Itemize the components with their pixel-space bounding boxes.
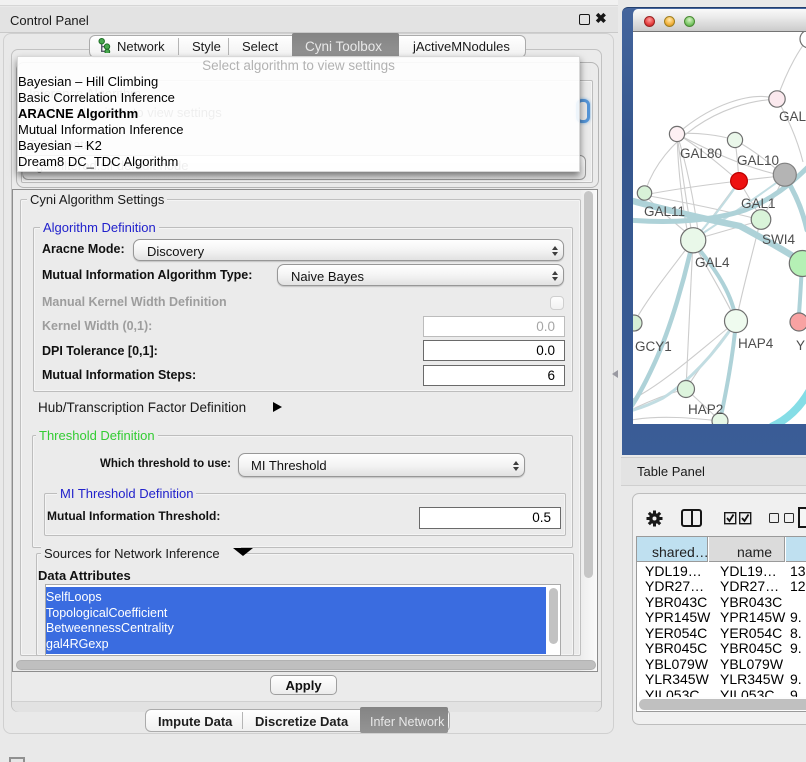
svg-text:Y: Y bbox=[796, 338, 805, 353]
svg-text:GAL1: GAL1 bbox=[741, 196, 776, 211]
svg-text:GAL10: GAL10 bbox=[737, 153, 779, 168]
svg-text:HAP2: HAP2 bbox=[688, 402, 723, 417]
svg-text:SWI4: SWI4 bbox=[762, 232, 795, 247]
svg-text:GAL7: GAL7 bbox=[779, 109, 806, 124]
svg-text:GAL4: GAL4 bbox=[695, 255, 730, 270]
svg-text:GAL80: GAL80 bbox=[680, 146, 722, 161]
svg-text:HAP4: HAP4 bbox=[738, 336, 774, 351]
svg-text:GCY1: GCY1 bbox=[635, 339, 672, 354]
svg-text:GAL11: GAL11 bbox=[644, 204, 685, 219]
